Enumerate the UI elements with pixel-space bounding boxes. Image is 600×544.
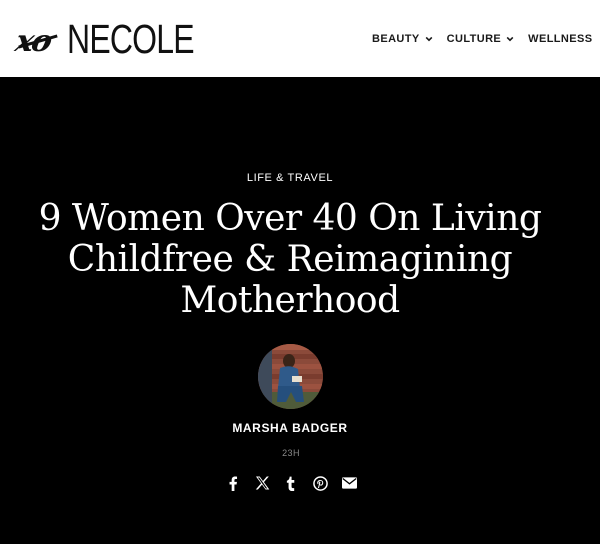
logo-wordmark: NECOLE [67, 16, 195, 62]
article-hero: LIFE & TRAVEL 9 Women Over 40 On Living … [0, 77, 600, 544]
nav-item-beauty[interactable]: BEAUTY [372, 33, 433, 45]
publish-time: 23H [282, 448, 300, 458]
nav-item-culture[interactable]: CULTURE [447, 33, 515, 45]
author-name[interactable]: MARSHA BADGER [0, 421, 580, 435]
pinterest-share-button[interactable] [310, 473, 330, 493]
chevron-down-icon [425, 36, 432, 42]
tumblr-share-button[interactable] [281, 473, 301, 493]
x-icon [255, 476, 269, 490]
pinterest-icon [312, 475, 328, 491]
email-share-button[interactable] [339, 473, 359, 493]
author-avatar[interactable] [258, 344, 323, 409]
tumblr-icon [286, 476, 295, 491]
author-photo [258, 344, 323, 409]
facebook-share-button[interactable] [223, 473, 243, 493]
site-logo[interactable]: xo NECOLE [12, 18, 194, 60]
facebook-icon [229, 475, 238, 491]
article-category[interactable]: LIFE & TRAVEL [0, 172, 580, 184]
nav-item-label: WELLNESS [528, 33, 593, 45]
site-header: xo NECOLE BEAUTY CULTURE WELLNESS [0, 0, 600, 78]
nav-item-label: BEAUTY [372, 33, 420, 45]
x-share-button[interactable] [252, 473, 272, 493]
email-icon [341, 477, 357, 489]
nav-item-label: CULTURE [446, 33, 502, 45]
chevron-down-icon [506, 36, 514, 42]
share-bar [223, 473, 368, 493]
nav-item-wellness[interactable]: WELLNESS [528, 33, 592, 45]
main-nav: BEAUTY CULTURE WELLNESS [372, 33, 600, 45]
article-title: 9 Women Over 40 On Living Childfree & Re… [38, 198, 542, 321]
